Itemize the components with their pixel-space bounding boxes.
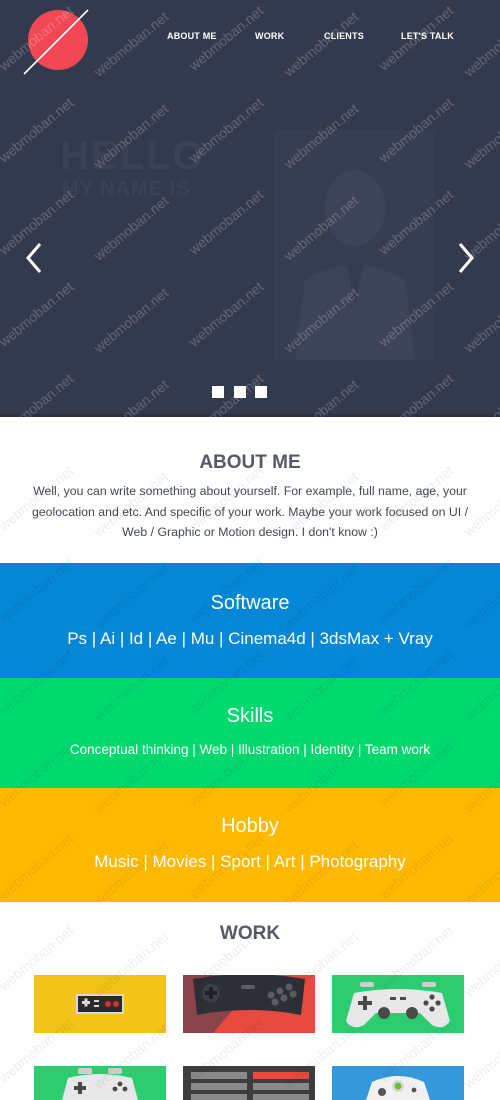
slide-portrait [275,130,435,360]
hero-divider [0,414,500,417]
skills-title: Skills [226,705,274,727]
hobby-title: Hobby [221,815,279,837]
slider-dot-1[interactable] [212,386,224,398]
chevron-left-icon[interactable] [20,238,48,278]
work-tile-sega-controller[interactable] [183,975,315,1033]
skills-section: Skills Conceptual thinking | Web | Illus… [0,678,500,788]
nav-about-me[interactable]: ABOUT ME [167,31,217,41]
slider-dot-2[interactable] [234,386,246,398]
work-tile-playstation-controller[interactable] [332,975,464,1033]
about-title: ABOUT ME [199,452,301,473]
work-tile-arcade-panel[interactable] [183,1066,315,1100]
skills-list: Conceptual thinking | Web | Illustration… [69,742,431,757]
software-list: Ps | Ai | Id | Ae | Mu | Cinema4d | 3dsM… [67,629,433,648]
software-title: Software [210,592,290,614]
nav-clients[interactable]: CLIENTS [324,31,364,41]
work-tile-nes-controller[interactable] [34,975,166,1033]
slider-dot-3[interactable] [255,386,267,398]
hobby-list: Music | Movies | Sport | Art | Photograp… [94,852,406,871]
watermark-text: webmoban.net [460,1020,500,1092]
main-nav: ABOUT ME WORK CLIENTS LET'S TALK [0,31,500,45]
about-text: Well, you can write something about your… [31,484,469,539]
work-tile-xbox-controller[interactable] [332,1066,464,1100]
software-section: Software Ps | Ai | Id | Ae | Mu | Cinema… [0,563,500,678]
slide-subheading: MY NAME IS [62,178,191,200]
hobby-section: Hobby Music | Movies | Sport | Art | Pho… [0,788,500,902]
work-title: WORK [219,923,281,944]
chevron-right-icon[interactable] [452,238,480,278]
hero-slider: HELLO MY NAME IS ABOUT ME WORK CLIENTS L… [0,0,500,417]
nav-lets-talk[interactable]: LET'S TALK [401,31,454,41]
slide-heading: HELLO [60,134,206,178]
work-tile-playstation-controller-2[interactable] [34,1066,166,1100]
nav-work[interactable]: WORK [255,31,284,41]
